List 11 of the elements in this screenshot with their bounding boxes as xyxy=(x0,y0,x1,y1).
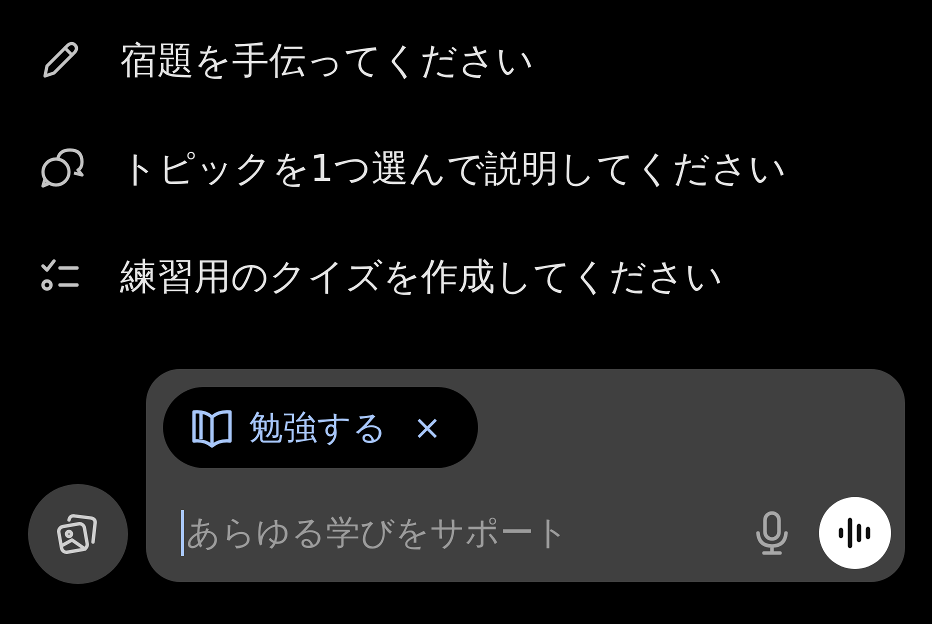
chip-close-button[interactable]: × xyxy=(401,408,442,448)
microphone-icon xyxy=(753,510,791,556)
text-cursor xyxy=(181,510,184,556)
sound-wave-icon xyxy=(837,515,873,551)
prompt-field[interactable]: あらゆる学びをサポート xyxy=(184,513,743,553)
suggestion-text[interactable]: 宿題を手伝ってください xyxy=(120,42,534,78)
suggestion-text[interactable]: 練習用のクイズを作成してください xyxy=(120,258,723,294)
mode-chip[interactable]: 勉強する × xyxy=(163,387,478,468)
microphone-button[interactable] xyxy=(753,510,791,556)
chip-label: 勉強する xyxy=(249,406,387,450)
suggestion-text[interactable]: トピックを1つ選んで説明してください xyxy=(120,150,787,186)
